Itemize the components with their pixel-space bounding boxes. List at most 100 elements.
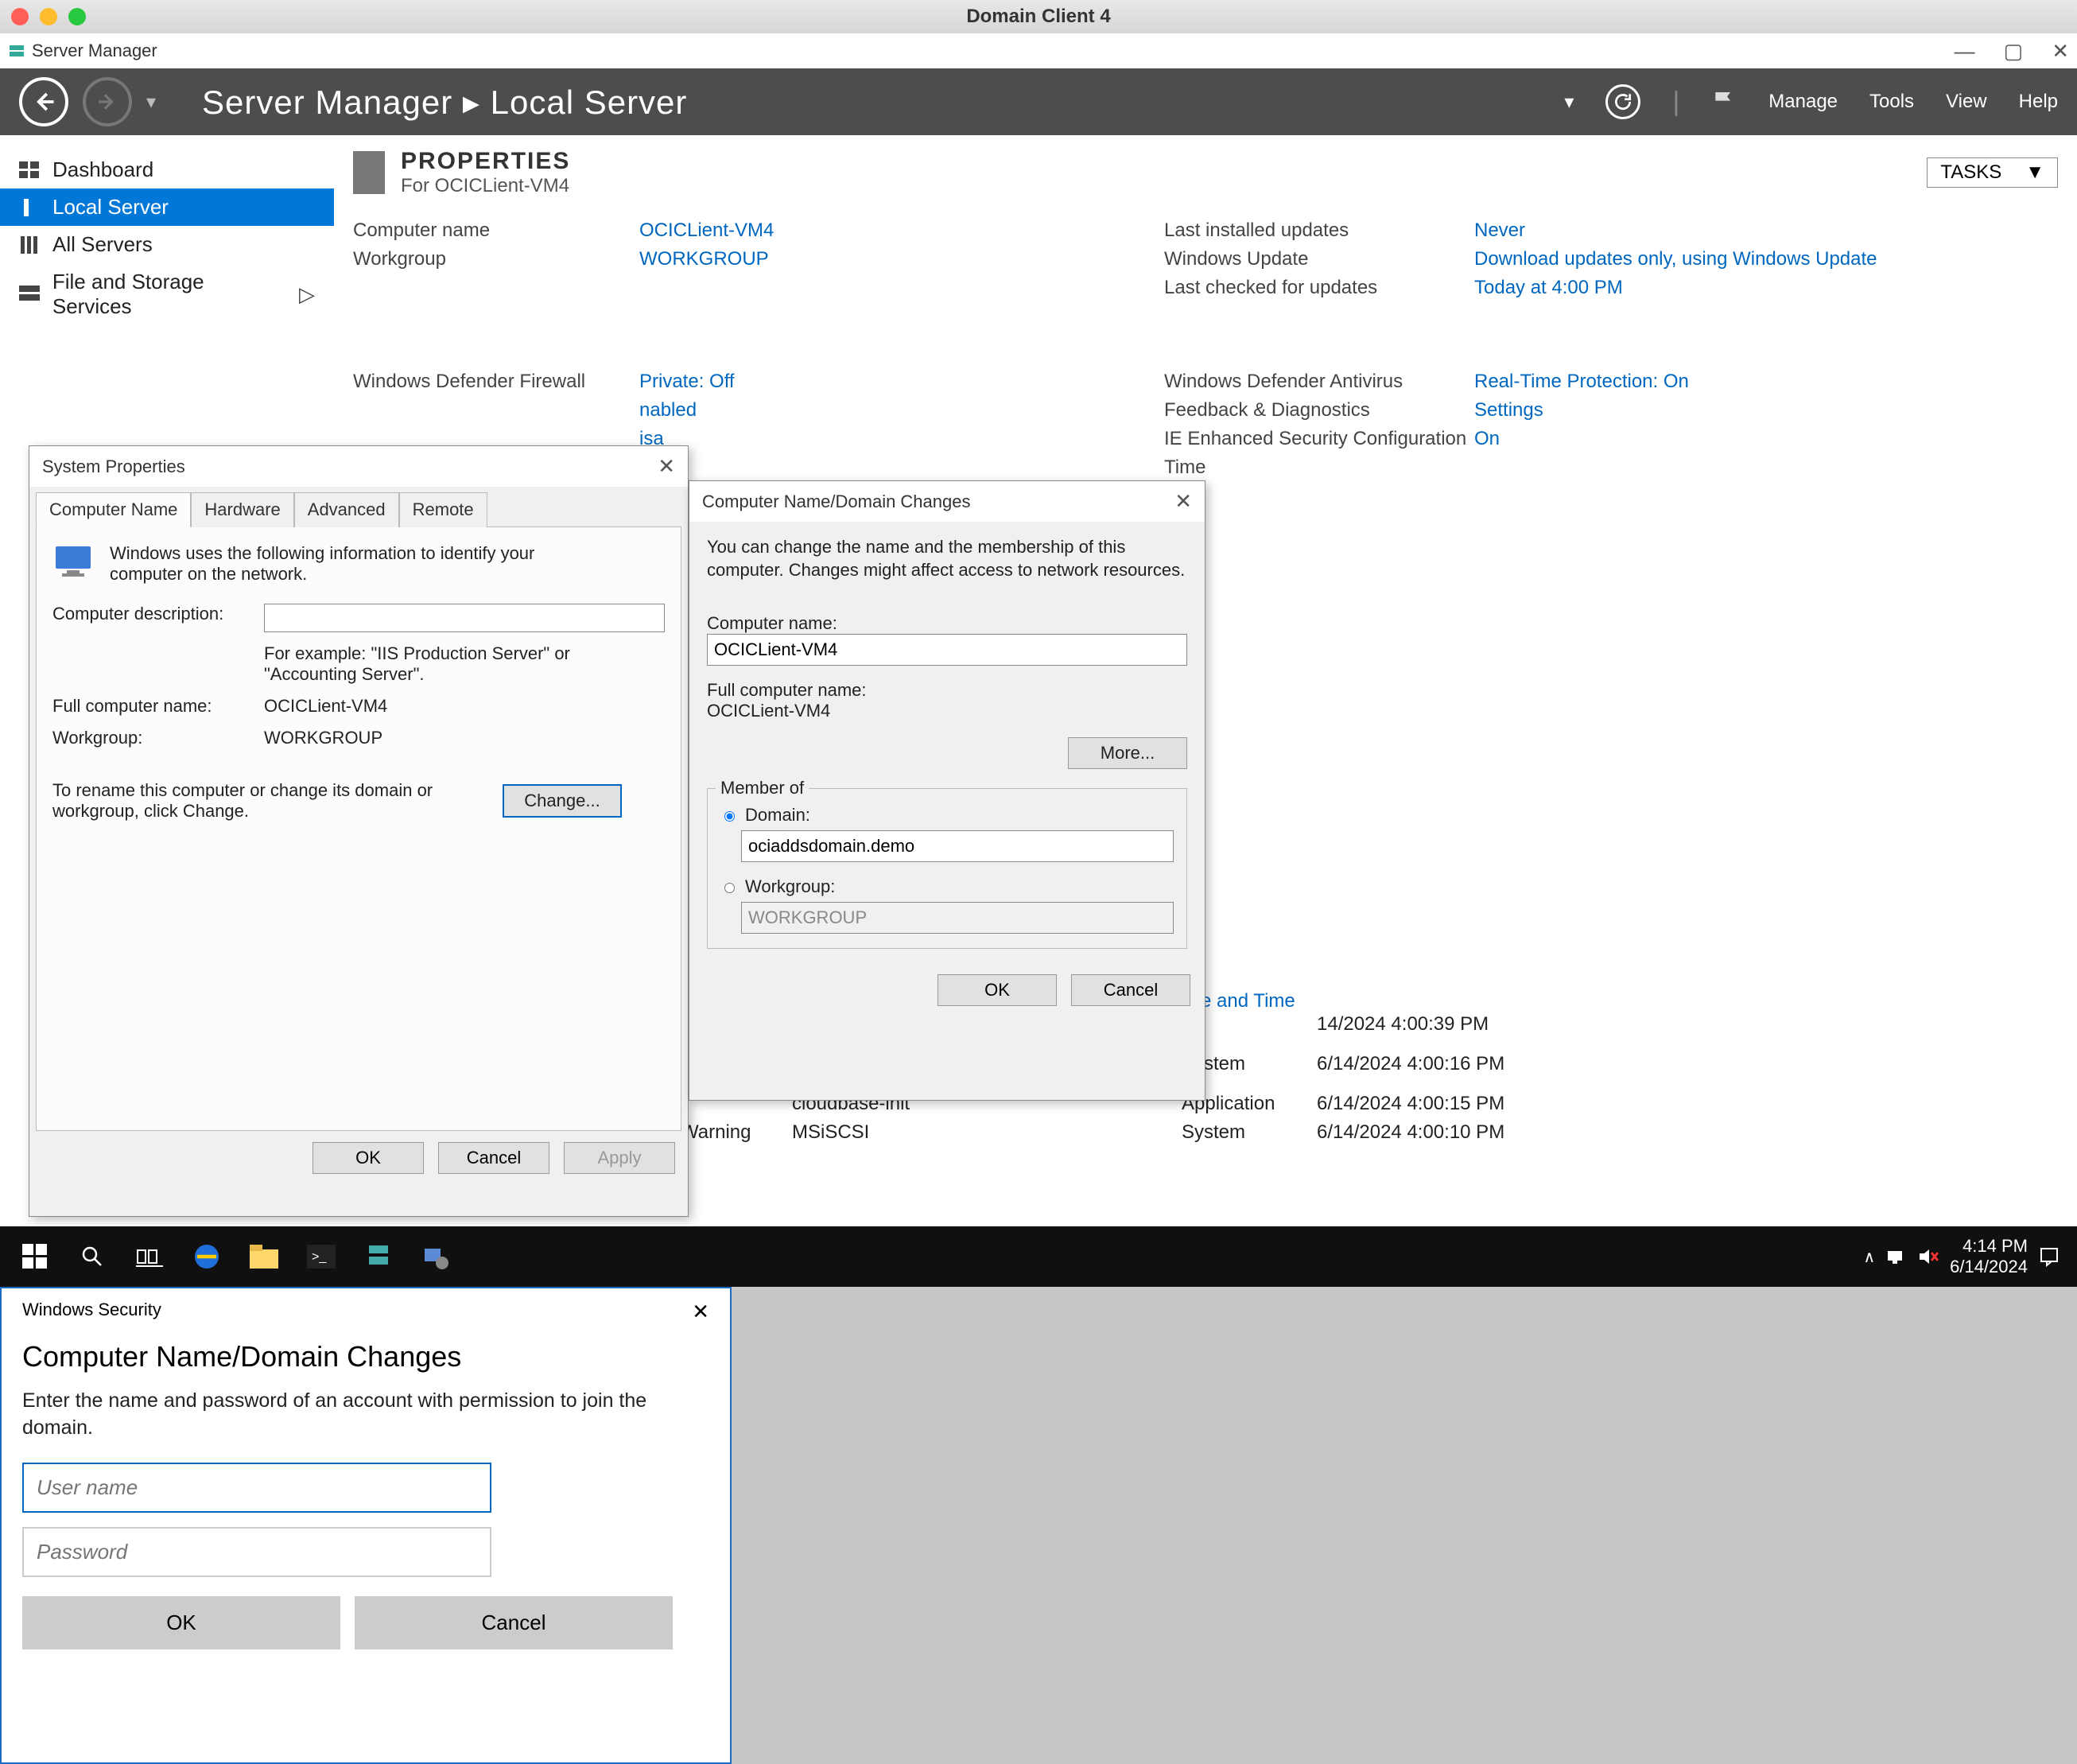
- ok-button[interactable]: OK: [938, 974, 1057, 1006]
- nav-history-dropdown[interactable]: ▾: [146, 91, 156, 114]
- ok-button[interactable]: OK: [22, 1596, 340, 1649]
- menu-tools[interactable]: Tools: [1869, 91, 1914, 113]
- prop-label: Last checked for updates: [1164, 277, 1474, 299]
- domain-radio[interactable]: [724, 811, 735, 822]
- prop-label: Computer name: [353, 220, 639, 242]
- prop-label: Insta: [1164, 616, 1474, 638]
- flag-icon[interactable]: [1711, 87, 1737, 116]
- minimize-button[interactable]: —: [1955, 39, 1975, 64]
- sidebar-item-label: File and Storage Services: [52, 270, 288, 319]
- tray-chevron-icon[interactable]: ∧: [1863, 1247, 1875, 1267]
- windows-security-dialog: Windows Security ✕ Computer Name/Domain …: [0, 1287, 732, 1764]
- full-value: OCICLient-VM4: [707, 701, 1187, 721]
- close-icon[interactable]: ✕: [692, 1300, 709, 1324]
- prop-label: Prod: [1164, 485, 1474, 507]
- computer-name-link[interactable]: OCICLient-VM4: [639, 220, 1164, 242]
- prop-label: Workgroup: [353, 248, 639, 270]
- window-app-title: Server Manager: [32, 41, 157, 61]
- mac-titlebar: Domain Client 4: [0, 0, 2077, 33]
- system-settings-icon[interactable]: [407, 1233, 464, 1280]
- close-button[interactable]: ✕: [2052, 39, 2069, 64]
- start-button[interactable]: [6, 1233, 64, 1280]
- tab-computer-name[interactable]: Computer Name: [36, 492, 191, 527]
- computer-name-input[interactable]: [707, 634, 1187, 666]
- tasks-label: TASKS: [1940, 161, 2001, 184]
- change-button[interactable]: Change...: [503, 784, 622, 818]
- close-icon[interactable]: ✕: [658, 454, 675, 479]
- sidebar-item-label: All Servers: [52, 232, 153, 257]
- server-manager-taskbar-icon[interactable]: [350, 1233, 407, 1280]
- chevron-right-icon: ▸: [463, 84, 491, 121]
- server-icon: [19, 199, 41, 216]
- nav-back-button[interactable]: [19, 77, 68, 126]
- terminal-icon[interactable]: >_: [293, 1233, 350, 1280]
- windows-update-link[interactable]: Download updates only, using Windows Upd…: [1474, 248, 2058, 270]
- ie-icon[interactable]: [178, 1233, 235, 1280]
- sidebar-item-local-server[interactable]: Local Server: [0, 188, 334, 226]
- sidebar-item-dashboard[interactable]: Dashboard: [0, 151, 334, 188]
- tab-hardware[interactable]: Hardware: [191, 492, 293, 527]
- workgroup-value: WORKGROUP: [264, 728, 382, 748]
- security-prompt: Enter the name and password of an accoun…: [22, 1388, 709, 1442]
- properties-title: PROPERTIES: [401, 148, 570, 175]
- cname-label: Computer name:: [707, 613, 1187, 634]
- domain-input[interactable]: [741, 830, 1174, 862]
- ok-button[interactable]: OK: [313, 1142, 424, 1174]
- network-icon[interactable]: [1886, 1248, 1907, 1265]
- computer-description-input[interactable]: [264, 604, 665, 632]
- refresh-button[interactable]: [1605, 84, 1640, 119]
- apply-button: Apply: [564, 1142, 675, 1174]
- password-input[interactable]: [22, 1527, 491, 1577]
- servers-icon: [19, 236, 41, 254]
- taskbar-clock[interactable]: 4:14 PM 6/14/2024: [1950, 1236, 2028, 1278]
- feedback-link[interactable]: Settings: [1474, 399, 2058, 422]
- antivirus-link[interactable]: Real-Time Protection: On: [1474, 371, 2058, 393]
- more-button[interactable]: More...: [1068, 737, 1187, 769]
- maximize-button[interactable]: ▢: [2004, 39, 2024, 64]
- storage-icon: [19, 286, 41, 303]
- action-center-icon[interactable]: [2039, 1246, 2060, 1267]
- workgroup-radio[interactable]: [724, 883, 735, 893]
- dialog-title: Computer Name/Domain Changes: [702, 492, 971, 512]
- menu-view[interactable]: View: [1946, 91, 1987, 113]
- tab-remote[interactable]: Remote: [399, 492, 487, 527]
- sidebar-item-all-servers[interactable]: All Servers: [0, 226, 334, 263]
- volume-muted-icon[interactable]: [1918, 1248, 1939, 1265]
- breadcrumb-root[interactable]: Server Manager: [202, 84, 452, 121]
- prop-label: IE Enhanced Security Configuration: [1164, 428, 1474, 450]
- task-view-button[interactable]: [121, 1233, 178, 1280]
- cancel-button[interactable]: Cancel: [438, 1142, 549, 1174]
- username-input[interactable]: [22, 1463, 491, 1513]
- partial-link[interactable]: isa: [639, 428, 1164, 450]
- taskbar-time: 4:14 PM: [1950, 1236, 2028, 1257]
- close-icon[interactable]: ✕: [1174, 489, 1192, 514]
- dialog-title: System Properties: [42, 457, 185, 477]
- sidebar-item-file-storage[interactable]: File and Storage Services ▷: [0, 263, 334, 325]
- cancel-button[interactable]: Cancel: [355, 1596, 673, 1649]
- partial-link[interactable]: nabled: [639, 399, 1164, 422]
- menu-help[interactable]: Help: [2019, 91, 2058, 113]
- workgroup-link[interactable]: WORKGROUP: [639, 248, 1164, 270]
- properties-subtitle: For OCICLient-VM4: [401, 175, 570, 197]
- menu-manage[interactable]: Manage: [1768, 91, 1838, 113]
- nav-forward-button[interactable]: [83, 77, 132, 126]
- workgroup-label: Workgroup:: [52, 728, 251, 748]
- svg-text:>_: >_: [312, 1250, 327, 1264]
- desc-hint: For example: "IIS Production Server" or …: [264, 643, 598, 685]
- taskbar-date: 6/14/2024: [1950, 1257, 2028, 1277]
- dashboard-icon: [19, 161, 41, 179]
- explorer-icon[interactable]: [235, 1233, 293, 1280]
- nav-dropdown-icon[interactable]: ▾: [1564, 91, 1574, 114]
- window-titlebar: Server Manager — ▢ ✕: [0, 33, 2077, 68]
- rename-text: To rename this computer or change its do…: [52, 780, 490, 822]
- tasks-dropdown[interactable]: TASKS ▼: [1927, 157, 2058, 188]
- tab-advanced[interactable]: Advanced: [294, 492, 399, 527]
- search-button[interactable]: [64, 1233, 121, 1280]
- ie-esc-link[interactable]: On: [1474, 428, 2058, 450]
- desc-label: Computer description:: [52, 604, 251, 624]
- last-installed-link[interactable]: Never: [1474, 220, 2058, 242]
- cancel-button[interactable]: Cancel: [1071, 974, 1190, 1006]
- last-checked-link[interactable]: Today at 4:00 PM: [1474, 277, 2058, 299]
- server-tile-icon: [353, 151, 385, 194]
- firewall-link[interactable]: Private: Off: [639, 371, 1164, 393]
